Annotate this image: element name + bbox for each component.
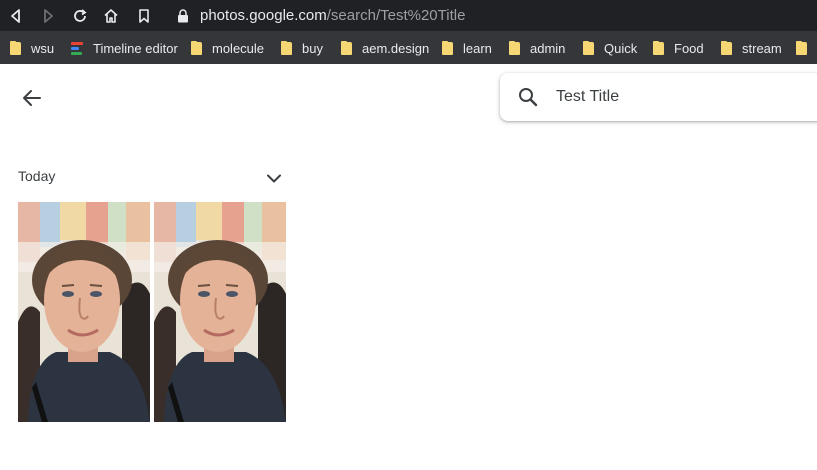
url-text: photos.google.com/search/Test%20Title xyxy=(200,7,465,24)
folder-icon xyxy=(191,40,202,55)
reload-icon xyxy=(74,9,87,22)
bookmark-molecule[interactable]: molecule xyxy=(191,39,264,57)
bookmark-label: molecule xyxy=(212,40,265,56)
chevron-down-icon[interactable] xyxy=(264,168,284,188)
bookmark-label: admin xyxy=(530,40,566,56)
timeline-app-icon xyxy=(71,41,83,55)
bookmark-buy[interactable]: buy xyxy=(281,39,323,57)
search-icon[interactable] xyxy=(516,85,540,109)
portrait-photo xyxy=(18,202,150,422)
address-bar[interactable]: photos.google.com/search/Test%20Title xyxy=(166,3,817,28)
folder-icon xyxy=(509,40,520,55)
bookmark-overflow[interactable] xyxy=(796,39,817,57)
bookmark-label: aem.design xyxy=(362,40,430,56)
bookmark-wsu[interactable]: wsu xyxy=(10,39,54,57)
url-path: /search/Test%20Title xyxy=(326,7,466,24)
folder-icon xyxy=(341,40,352,55)
bookmark-label: wsu xyxy=(31,40,55,56)
bookmarks-bar: wsu Timeline editor molecule buy aem.des… xyxy=(0,31,817,64)
bookmark-stream[interactable]: stream xyxy=(721,39,782,57)
bookmark-label: Food xyxy=(674,40,704,56)
bookmark-quick[interactable]: Quick xyxy=(583,39,637,57)
triangle-right-icon xyxy=(44,9,53,23)
bookmark-label: Quick xyxy=(604,40,638,56)
bookmark-learn[interactable]: learn xyxy=(442,39,492,57)
folder-icon xyxy=(721,40,732,55)
folder-icon xyxy=(583,40,594,55)
bookmark-label: Timeline editor xyxy=(93,40,178,56)
bookmark-timeline-editor[interactable]: Timeline editor xyxy=(71,39,178,57)
bookmark-admin[interactable]: admin xyxy=(509,39,565,57)
reload-button[interactable] xyxy=(69,5,91,27)
back-button[interactable] xyxy=(18,84,46,112)
lock-icon xyxy=(176,8,190,23)
folder-icon xyxy=(653,40,664,55)
triangle-left-icon xyxy=(11,9,20,23)
browser-toolbar: photos.google.com/search/Test%20Title xyxy=(0,0,817,31)
portrait-photo xyxy=(154,202,286,422)
back-nav-button[interactable] xyxy=(5,5,27,27)
date-section-title: Today xyxy=(18,168,56,184)
folder-icon xyxy=(796,40,807,55)
bookmark-icon xyxy=(139,9,149,23)
home-icon xyxy=(104,9,118,23)
home-button[interactable] xyxy=(100,5,122,27)
photo-thumbnail[interactable] xyxy=(18,202,150,422)
photo-thumbnail[interactable] xyxy=(154,202,286,422)
url-host: photos.google.com xyxy=(200,7,327,24)
folder-icon xyxy=(10,40,21,55)
forward-nav-button[interactable] xyxy=(37,5,59,27)
folder-icon xyxy=(281,40,292,55)
arrow-back-icon xyxy=(23,90,41,106)
photos-search-page: Today xyxy=(0,64,817,470)
bookmark-label: learn xyxy=(463,40,492,56)
search-box xyxy=(500,73,817,121)
bookmark-aem-design[interactable]: aem.design xyxy=(341,39,429,57)
folder-icon xyxy=(442,40,453,55)
bookmark-page-button[interactable] xyxy=(133,5,155,27)
bookmark-label: buy xyxy=(302,40,323,56)
bookmark-food[interactable]: Food xyxy=(653,39,704,57)
bookmark-label: stream xyxy=(742,40,782,56)
search-input[interactable] xyxy=(556,88,796,106)
